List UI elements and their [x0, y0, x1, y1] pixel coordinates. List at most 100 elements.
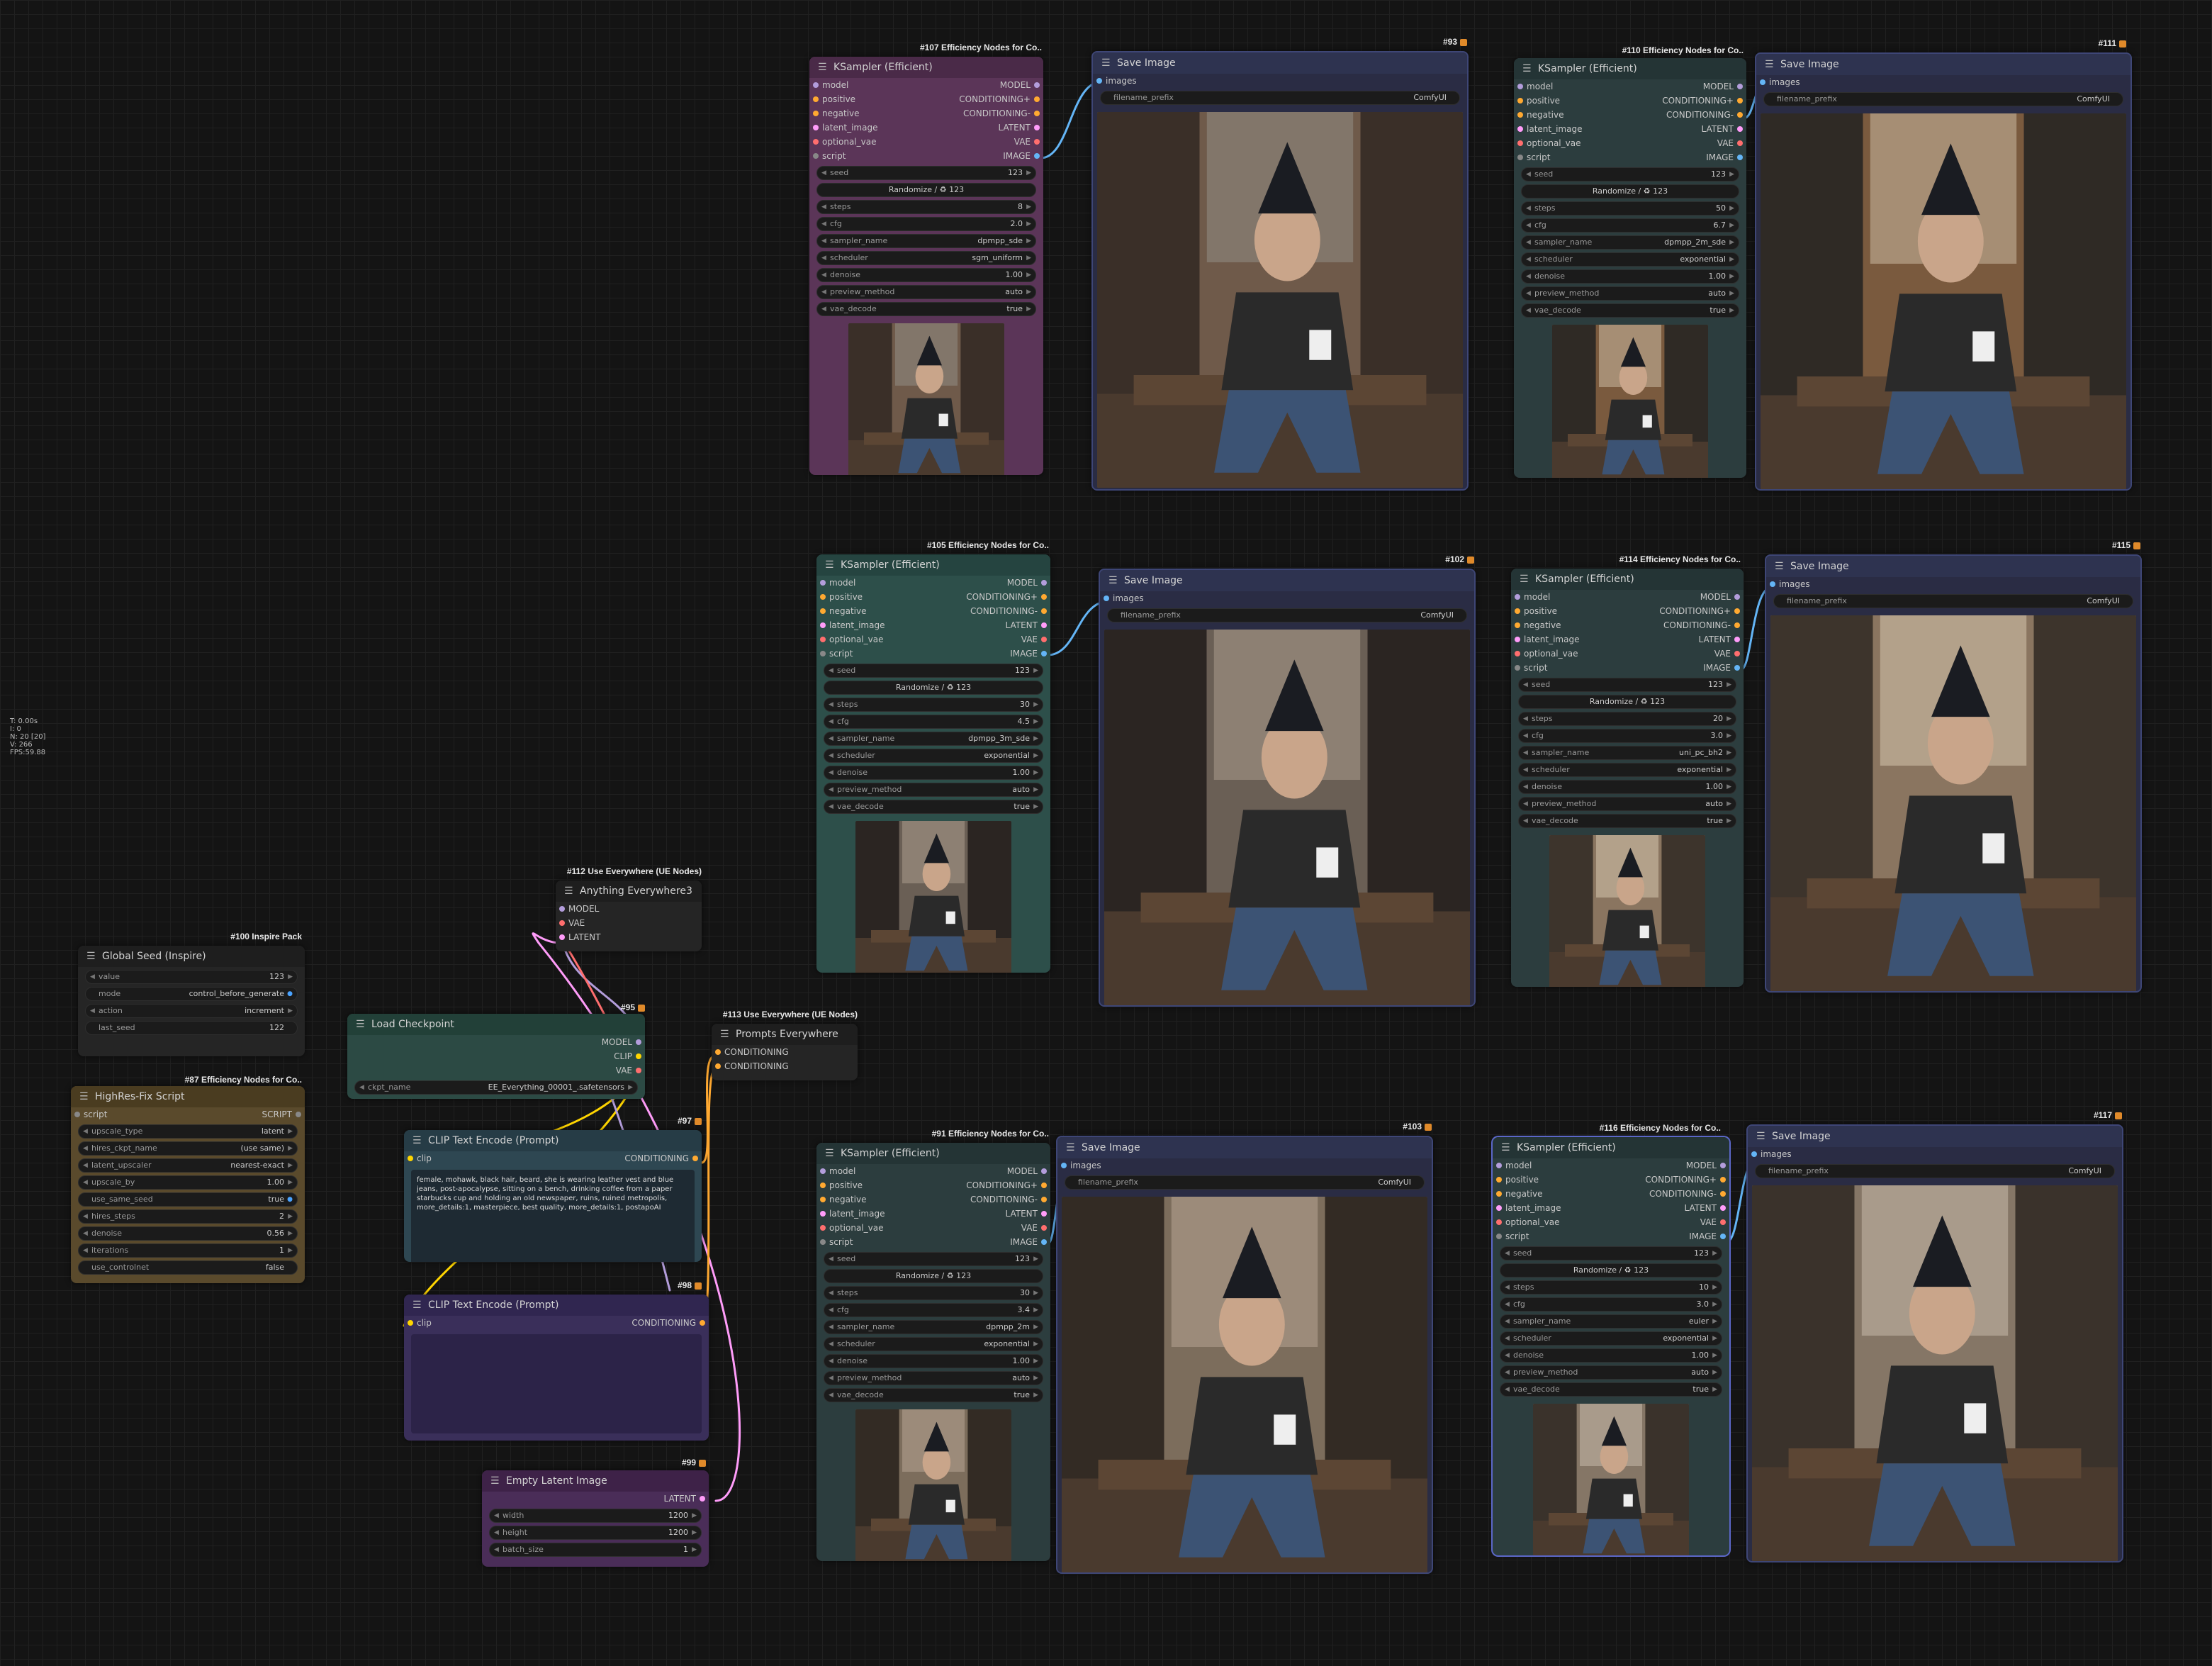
io-slot[interactable]: optional_vae VAE: [1514, 136, 1746, 150]
input-dot[interactable]: [820, 594, 826, 600]
save-image-node-115[interactable]: ☰ Save Image images filename_prefix ComfyUI: [1765, 554, 2142, 993]
seed-widget[interactable]: ◀ seed 123 ▶: [1518, 678, 1736, 692]
increment-arrow-icon[interactable]: ▶: [628, 1081, 633, 1094]
increment-arrow-icon[interactable]: ▶: [692, 1509, 697, 1522]
input-slot[interactable]: CONDITIONING: [712, 1045, 858, 1059]
ksampler-node-116[interactable]: ☰ KSampler (Efficient) model MODEL positive C…: [1493, 1137, 1729, 1555]
increment-arrow-icon[interactable]: ▶: [1026, 303, 1031, 315]
output-dot[interactable]: [1734, 665, 1740, 671]
filename-prefix-widget[interactable]: filename_prefix ComfyUI: [1100, 91, 1460, 105]
input-dot[interactable]: [1515, 594, 1520, 600]
decrement-arrow-icon[interactable]: ◀: [1523, 712, 1528, 725]
input-dot[interactable]: [1517, 126, 1523, 132]
global-seed-node[interactable]: ☰ Global Seed (Inspire) ◀ value 123 ▶ mode co…: [78, 946, 305, 1056]
increment-arrow-icon[interactable]: ▶: [288, 1125, 293, 1138]
input-dot[interactable]: [820, 637, 826, 642]
filename-prefix-widget[interactable]: filename_prefix ComfyUI: [1107, 608, 1467, 622]
decrement-arrow-icon[interactable]: ◀: [821, 303, 826, 315]
output-dot[interactable]: [1041, 1168, 1047, 1174]
input-dot[interactable]: [1515, 622, 1520, 628]
output-dot[interactable]: [1734, 651, 1740, 656]
decrement-arrow-icon[interactable]: ◀: [1526, 236, 1531, 249]
input-dot[interactable]: [813, 153, 819, 159]
menu-icon[interactable]: ☰: [1101, 52, 1111, 74]
output-dot[interactable]: [1041, 580, 1047, 586]
decrement-arrow-icon[interactable]: ◀: [829, 715, 833, 728]
denoise-widget[interactable]: ◀ denoise 1.00 ▶: [824, 1354, 1043, 1368]
io-slot[interactable]: optional_vae VAE: [1511, 647, 1744, 661]
decrement-arrow-icon[interactable]: ◀: [821, 286, 826, 298]
output-dot[interactable]: [636, 1053, 641, 1059]
input-dot[interactable]: [820, 1168, 826, 1174]
input-slot[interactable]: images: [1057, 1158, 1432, 1173]
cfg-widget[interactable]: ◀ cfg 4.5 ▶: [824, 715, 1043, 729]
increment-arrow-icon[interactable]: ▶: [1033, 1304, 1038, 1316]
node-title[interactable]: ☰ Anything Everywhere3: [556, 880, 702, 902]
decrement-arrow-icon[interactable]: ◀: [829, 800, 833, 813]
ckpt-name-widget[interactable]: ◀ ckpt_name EE_Everything_00001_.safetenso…: [354, 1080, 638, 1095]
menu-icon[interactable]: ☰: [79, 1086, 89, 1107]
input-dot[interactable]: [1751, 1151, 1757, 1157]
ksampler-node-107[interactable]: ☰ KSampler (Efficient) model MODEL positive C…: [809, 57, 1043, 475]
increment-arrow-icon[interactable]: ▶: [1026, 286, 1031, 298]
decrement-arrow-icon[interactable]: ◀: [90, 971, 95, 983]
decrement-arrow-icon[interactable]: ◀: [494, 1526, 499, 1539]
decrement-arrow-icon[interactable]: ◀: [1505, 1281, 1510, 1294]
input-slot[interactable]: MODEL: [556, 902, 702, 916]
output-dot[interactable]: [1041, 651, 1047, 656]
output-dot[interactable]: [1734, 637, 1740, 642]
node-title[interactable]: ☰ KSampler (Efficient): [816, 1143, 1050, 1164]
decrement-arrow-icon[interactable]: ◀: [494, 1543, 499, 1556]
io-slot[interactable]: model MODEL: [1514, 79, 1746, 94]
vae-decode-widget[interactable]: ◀ vae_decode true ▶: [824, 1388, 1043, 1402]
increment-arrow-icon[interactable]: ▶: [1033, 783, 1038, 796]
filename-prefix-widget[interactable]: filename_prefix ComfyUI: [1065, 1175, 1425, 1190]
input-dot[interactable]: [1760, 79, 1765, 85]
input-dot[interactable]: [559, 934, 565, 940]
randomize-button[interactable]: Randomize / ♻ 123: [1518, 695, 1736, 709]
input-slot[interactable]: CONDITIONING: [712, 1059, 858, 1073]
input-dot[interactable]: [813, 96, 819, 102]
output-dot[interactable]: [1041, 608, 1047, 614]
increment-arrow-icon[interactable]: ▶: [1033, 1355, 1038, 1368]
decrement-arrow-icon[interactable]: ◀: [1505, 1383, 1510, 1396]
iterations-widget[interactable]: ◀ iterations 1 ▶: [78, 1243, 298, 1258]
io-slot[interactable]: model MODEL: [809, 78, 1043, 92]
increment-arrow-icon[interactable]: ▶: [1033, 800, 1038, 813]
increment-arrow-icon[interactable]: ▶: [1033, 1287, 1038, 1299]
input-dot[interactable]: [715, 1049, 721, 1055]
steps-widget[interactable]: ◀ steps 8 ▶: [816, 200, 1036, 214]
scheduler-widget[interactable]: ◀ scheduler exponential ▶: [824, 1337, 1043, 1351]
cfg-widget[interactable]: ◀ cfg 3.0 ▶: [1500, 1297, 1722, 1312]
sampler-name-widget[interactable]: ◀ sampler_name uni_pc_bh2 ▶: [1518, 746, 1736, 760]
increment-arrow-icon[interactable]: ▶: [1729, 253, 1734, 266]
mode-widget[interactable]: mode control_before_generate ●: [85, 987, 298, 1001]
decrement-arrow-icon[interactable]: ◀: [821, 252, 826, 264]
output-dot[interactable]: [1734, 594, 1740, 600]
increment-arrow-icon[interactable]: ▶: [1712, 1281, 1717, 1294]
output-slot[interactable]: VAE: [347, 1063, 645, 1078]
vae-decode-widget[interactable]: ◀ vae_decode true ▶: [816, 302, 1036, 316]
decrement-arrow-icon[interactable]: ◀: [829, 766, 833, 779]
increment-arrow-icon[interactable]: ▶: [288, 1159, 293, 1172]
menu-icon[interactable]: ☰: [825, 1143, 834, 1164]
decrement-arrow-icon[interactable]: ◀: [1505, 1298, 1510, 1311]
increment-arrow-icon[interactable]: ▶: [1727, 729, 1731, 742]
input-dot[interactable]: [813, 82, 819, 88]
seed-widget[interactable]: ◀ seed 123 ▶: [1500, 1246, 1722, 1260]
input-dot[interactable]: [820, 651, 826, 656]
increment-arrow-icon[interactable]: ▶: [1033, 1253, 1038, 1265]
cfg-widget[interactable]: ◀ cfg 3.0 ▶: [1518, 729, 1736, 743]
menu-icon[interactable]: ☰: [825, 554, 834, 576]
io-slot[interactable]: latent_image LATENT: [1514, 122, 1746, 136]
output-dot[interactable]: [1737, 98, 1743, 104]
output-dot[interactable]: [1720, 1205, 1726, 1211]
output-dot[interactable]: [1734, 622, 1740, 628]
decrement-arrow-icon[interactable]: ◀: [829, 664, 833, 677]
width-widget[interactable]: ◀ width 1200 ▶: [489, 1509, 702, 1523]
node-title[interactable]: ☰ Save Image: [1748, 1126, 2122, 1147]
io-slot[interactable]: negative CONDITIONING-: [816, 604, 1050, 618]
randomize-button[interactable]: Randomize / ♻ 123: [1521, 184, 1739, 199]
io-slot[interactable]: model MODEL: [816, 576, 1050, 590]
increment-arrow-icon[interactable]: ▶: [1727, 798, 1731, 810]
